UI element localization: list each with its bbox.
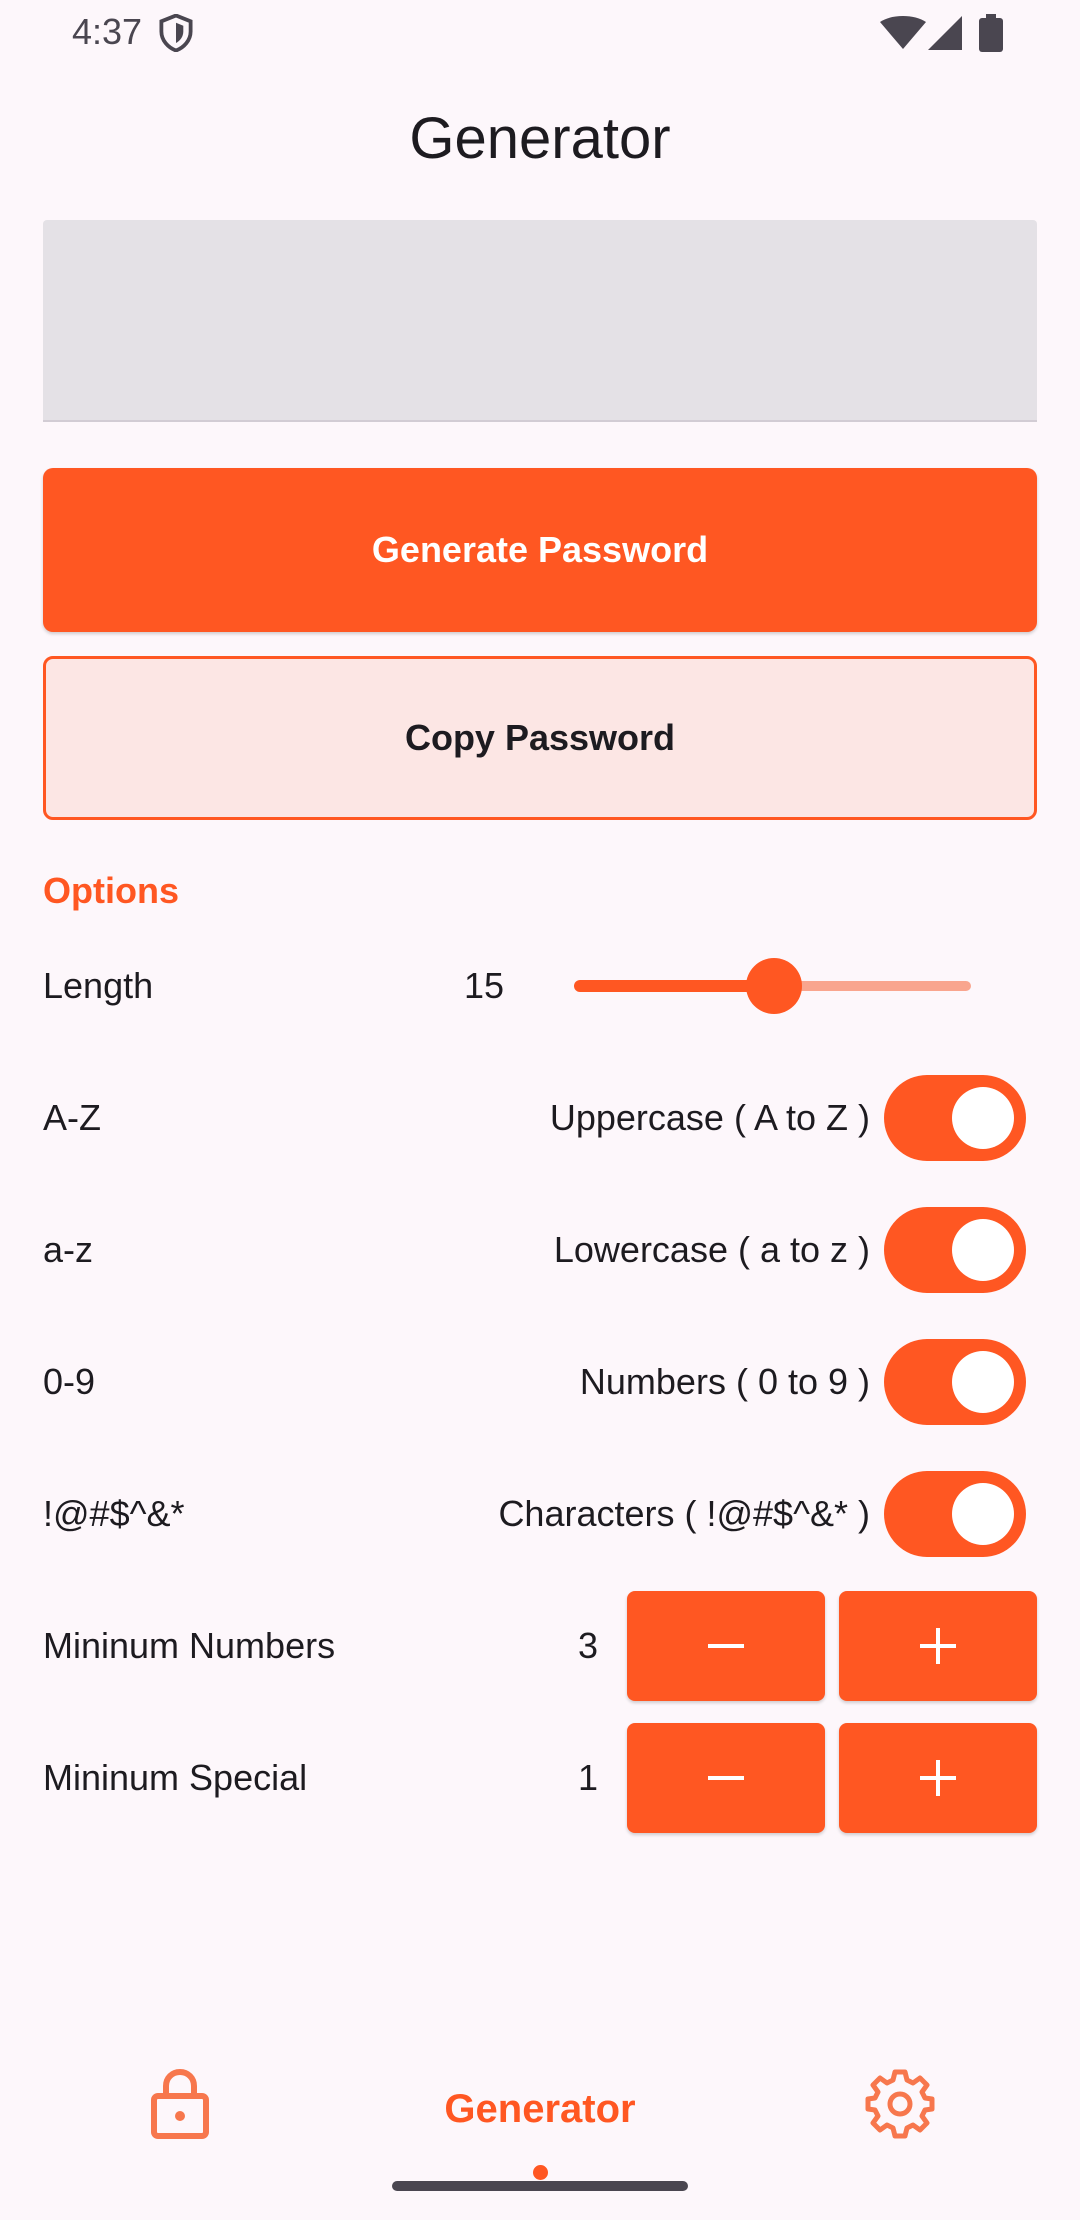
length-slider-thumb[interactable]	[746, 958, 802, 1014]
options-heading: Options	[43, 870, 179, 911]
characters-description: Characters ( !@#$^&* )	[498, 1493, 870, 1534]
shield-icon	[159, 14, 193, 52]
min-special-value: 1	[577, 1757, 598, 1798]
numbers-description: Numbers ( 0 to 9 )	[579, 1361, 870, 1402]
copy-password-label: Copy Password	[404, 717, 676, 758]
min-numbers-increment-button[interactable]	[839, 1591, 1037, 1701]
password-output-field[interactable]	[43, 220, 1037, 422]
toggle-knob	[952, 1351, 1014, 1413]
uppercase-toggle[interactable]	[884, 1075, 1026, 1161]
numbers-label: 0-9	[43, 1361, 96, 1402]
lowercase-label: a-z	[43, 1229, 94, 1270]
toggle-knob	[952, 1483, 1014, 1545]
home-indicator[interactable]	[392, 2181, 688, 2191]
length-label: Length	[43, 965, 154, 1006]
signal-icon	[928, 16, 962, 50]
copy-password-button[interactable]: Copy Password	[43, 656, 1037, 820]
toggle-knob	[952, 1219, 1014, 1281]
min-numbers-label: Mininum Numbers	[43, 1625, 336, 1666]
gear-icon[interactable]	[864, 2068, 936, 2140]
wifi-icon	[880, 16, 926, 49]
min-special-increment-button[interactable]	[839, 1723, 1037, 1833]
length-value: 15	[464, 965, 505, 1006]
characters-label: !@#$^&*	[43, 1493, 185, 1534]
active-nav-indicator	[533, 2165, 548, 2180]
min-special-decrement-button[interactable]	[627, 1723, 825, 1833]
uppercase-description: Uppercase ( A to Z )	[549, 1097, 870, 1138]
plus-icon	[920, 1628, 956, 1664]
minus-icon	[708, 1776, 744, 1780]
page-title: Generator	[409, 106, 671, 171]
min-numbers-decrement-button[interactable]	[627, 1591, 825, 1701]
plus-icon	[920, 1760, 956, 1796]
minus-icon	[708, 1644, 744, 1648]
generate-password-button[interactable]: Generate Password	[43, 468, 1037, 632]
uppercase-label: A-Z	[43, 1097, 101, 1138]
battery-icon	[979, 14, 1003, 52]
min-numbers-value: 3	[577, 1625, 598, 1666]
status-time: 4:37	[72, 11, 143, 52]
toggle-knob	[952, 1087, 1014, 1149]
numbers-toggle[interactable]	[884, 1339, 1026, 1425]
lowercase-description: Lowercase ( a to z )	[553, 1229, 870, 1270]
length-slider-track[interactable]	[774, 981, 971, 991]
characters-toggle[interactable]	[884, 1471, 1026, 1557]
min-special-label: Mininum Special	[43, 1757, 308, 1798]
lowercase-toggle[interactable]	[884, 1207, 1026, 1293]
length-slider-active-track[interactable]	[574, 980, 774, 992]
generate-password-label: Generate Password	[371, 529, 709, 570]
